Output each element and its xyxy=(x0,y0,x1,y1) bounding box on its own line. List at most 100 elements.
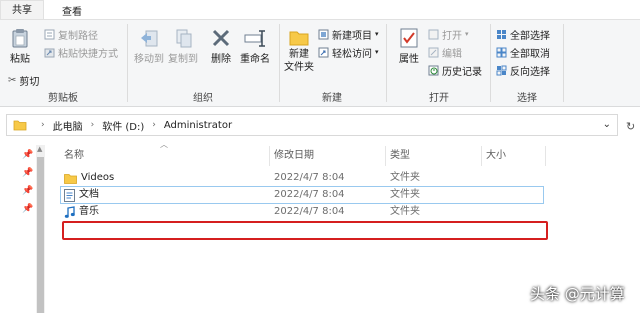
address-bar[interactable]: › 此电脑 › 软件 (D:) › Administrator ⌄ xyxy=(6,114,618,136)
tab-share[interactable]: 共享 xyxy=(0,0,44,20)
breadcrumb-separator-icon: › xyxy=(152,120,156,130)
file-type: 文件夹 xyxy=(390,206,420,217)
pin-icon[interactable]: 📌 xyxy=(22,204,33,214)
edit-button[interactable]: 编辑 xyxy=(428,44,462,60)
paste-button[interactable]: 粘贴 xyxy=(6,28,34,65)
move-to-button[interactable]: 移动到 xyxy=(132,28,166,65)
address-dropdown-icon[interactable]: ⌄ xyxy=(603,119,611,130)
rename-icon xyxy=(244,30,265,47)
copy-to-label: 复制到 xyxy=(168,54,198,65)
file-name: 音乐 xyxy=(79,206,99,217)
move-to-label: 移动到 xyxy=(134,54,164,65)
copy-to-button[interactable]: 复制到 xyxy=(166,28,200,65)
folder-icon xyxy=(13,120,27,131)
history-icon xyxy=(428,65,439,75)
rename-label: 重命名 xyxy=(240,54,270,65)
chevron-down-icon: ▾ xyxy=(375,30,379,38)
delete-x-icon xyxy=(212,29,230,47)
pin-icon[interactable]: 📌 xyxy=(22,168,33,178)
refresh-icon[interactable]: ↻ xyxy=(626,120,635,133)
breadcrumb-administrator[interactable]: Administrator xyxy=(164,120,232,131)
paste-shortcut-label: 粘贴快捷方式 xyxy=(58,48,118,60)
history-label: 历史记录 xyxy=(442,66,482,78)
clipboard-group-label: 剪贴板 xyxy=(48,93,78,104)
new-item-label: 新建项目 xyxy=(332,30,372,42)
copy-to-icon xyxy=(176,29,192,48)
select-none-button[interactable]: 全部取消 xyxy=(496,44,550,60)
delete-button[interactable]: 删除 xyxy=(208,28,234,65)
easy-access-label: 轻松访问 xyxy=(332,48,372,60)
file-row-music[interactable]: 音乐 2022/4/7 8:04 文件夹 xyxy=(60,203,544,221)
paste-shortcut-icon xyxy=(44,48,55,57)
column-divider[interactable] xyxy=(481,146,482,166)
breadcrumb-separator-icon: › xyxy=(90,120,95,130)
paste-label: 粘贴 xyxy=(10,54,30,65)
group-organize: 移动到 复制到 删除 重命名 组织 xyxy=(128,20,278,107)
cut-button[interactable]: ✂ 剪切 xyxy=(8,72,39,88)
column-header-size[interactable]: 大小 xyxy=(486,146,506,166)
open-label: 打开 xyxy=(442,30,462,42)
properties-button[interactable]: 属性 xyxy=(394,28,424,65)
scroll-up-icon[interactable]: ▲ xyxy=(37,145,42,153)
ribbon-tab-strip: 共享 查看 xyxy=(0,0,640,20)
music-icon xyxy=(64,205,75,218)
new-folder-label-1: 新建 xyxy=(289,49,309,60)
new-item-button[interactable]: 新建项目 ▾ xyxy=(318,26,379,42)
column-header-modified[interactable]: 修改日期 xyxy=(274,146,314,166)
pin-icon[interactable]: 📌 xyxy=(22,186,33,196)
file-type: 文件夹 xyxy=(390,172,420,183)
group-clipboard: 粘贴 ✂ 剪切 复制路径 粘贴快捷方式 剪贴板 xyxy=(0,20,126,107)
file-row-videos[interactable]: Videos 2022/4/7 8:04 文件夹 xyxy=(60,169,544,187)
watermark: 头条 @元计算 xyxy=(530,285,625,303)
open-button[interactable]: 打开 ▾ xyxy=(428,26,469,42)
easy-access-button[interactable]: 轻松访问 ▾ xyxy=(318,44,379,60)
chevron-down-icon: ▾ xyxy=(465,30,469,38)
new-group-label: 新建 xyxy=(322,93,342,104)
column-header-type[interactable]: 类型 xyxy=(390,146,410,166)
group-select: 全部选择 全部取消 反向选择 选择 xyxy=(492,20,562,107)
easy-access-icon xyxy=(318,47,329,57)
file-name: 文档 xyxy=(79,189,99,200)
pin-icon[interactable]: 📌 xyxy=(22,150,33,160)
open-group-label: 打开 xyxy=(429,93,449,104)
file-row-documents[interactable]: 文档 2022/4/7 8:04 文件夹 xyxy=(60,186,544,204)
file-modified: 2022/4/7 8:04 xyxy=(274,206,345,217)
tab-view[interactable]: 查看 xyxy=(62,3,82,18)
breadcrumb-drive-d[interactable]: 软件 (D:) xyxy=(102,118,144,133)
open-icon xyxy=(428,29,439,39)
nav-scrollbar[interactable]: ▲ xyxy=(36,145,45,313)
history-button[interactable]: 历史记录 xyxy=(428,62,482,78)
edit-icon xyxy=(428,47,439,57)
column-divider[interactable] xyxy=(545,146,546,166)
copy-path-button[interactable]: 复制路径 xyxy=(44,26,98,42)
select-all-button[interactable]: 全部选择 xyxy=(496,26,550,42)
documents-icon xyxy=(64,188,75,202)
sort-ascending-icon: ︿ xyxy=(160,140,168,149)
chevron-down-icon: ▾ xyxy=(375,48,379,56)
new-item-icon xyxy=(318,29,329,39)
delete-label: 删除 xyxy=(211,54,231,65)
column-divider[interactable] xyxy=(269,146,270,166)
select-all-icon xyxy=(497,29,506,39)
column-header-name[interactable]: 名称 xyxy=(64,146,84,166)
file-modified: 2022/4/7 8:04 xyxy=(274,189,345,200)
file-type: 文件夹 xyxy=(390,189,420,200)
copy-path-label: 复制路径 xyxy=(58,30,98,42)
folder-icon xyxy=(64,173,77,184)
group-open: 属性 打开 ▾ 编辑 历史记录 打开 xyxy=(388,20,490,107)
properties-label: 属性 xyxy=(399,54,419,65)
scrollbar-thumb[interactable] xyxy=(37,157,44,313)
rename-button[interactable]: 重命名 xyxy=(238,28,272,65)
file-name: Videos xyxy=(81,172,115,183)
ribbon-divider xyxy=(386,24,387,102)
ribbon-divider xyxy=(490,24,491,102)
new-folder-button[interactable]: 新建 文件夹 xyxy=(282,28,316,74)
invert-selection-icon xyxy=(496,65,507,75)
group-new: 新建 文件夹 新建项目 ▾ 轻松访问 ▾ 新建 xyxy=(280,20,384,107)
paste-shortcut-button[interactable]: 粘贴快捷方式 xyxy=(44,44,118,60)
invert-selection-button[interactable]: 反向选择 xyxy=(496,62,550,78)
column-divider[interactable] xyxy=(385,146,386,166)
select-all-label: 全部选择 xyxy=(510,30,550,42)
breadcrumb-this-pc[interactable]: 此电脑 xyxy=(53,118,83,133)
select-none-icon xyxy=(496,47,507,57)
